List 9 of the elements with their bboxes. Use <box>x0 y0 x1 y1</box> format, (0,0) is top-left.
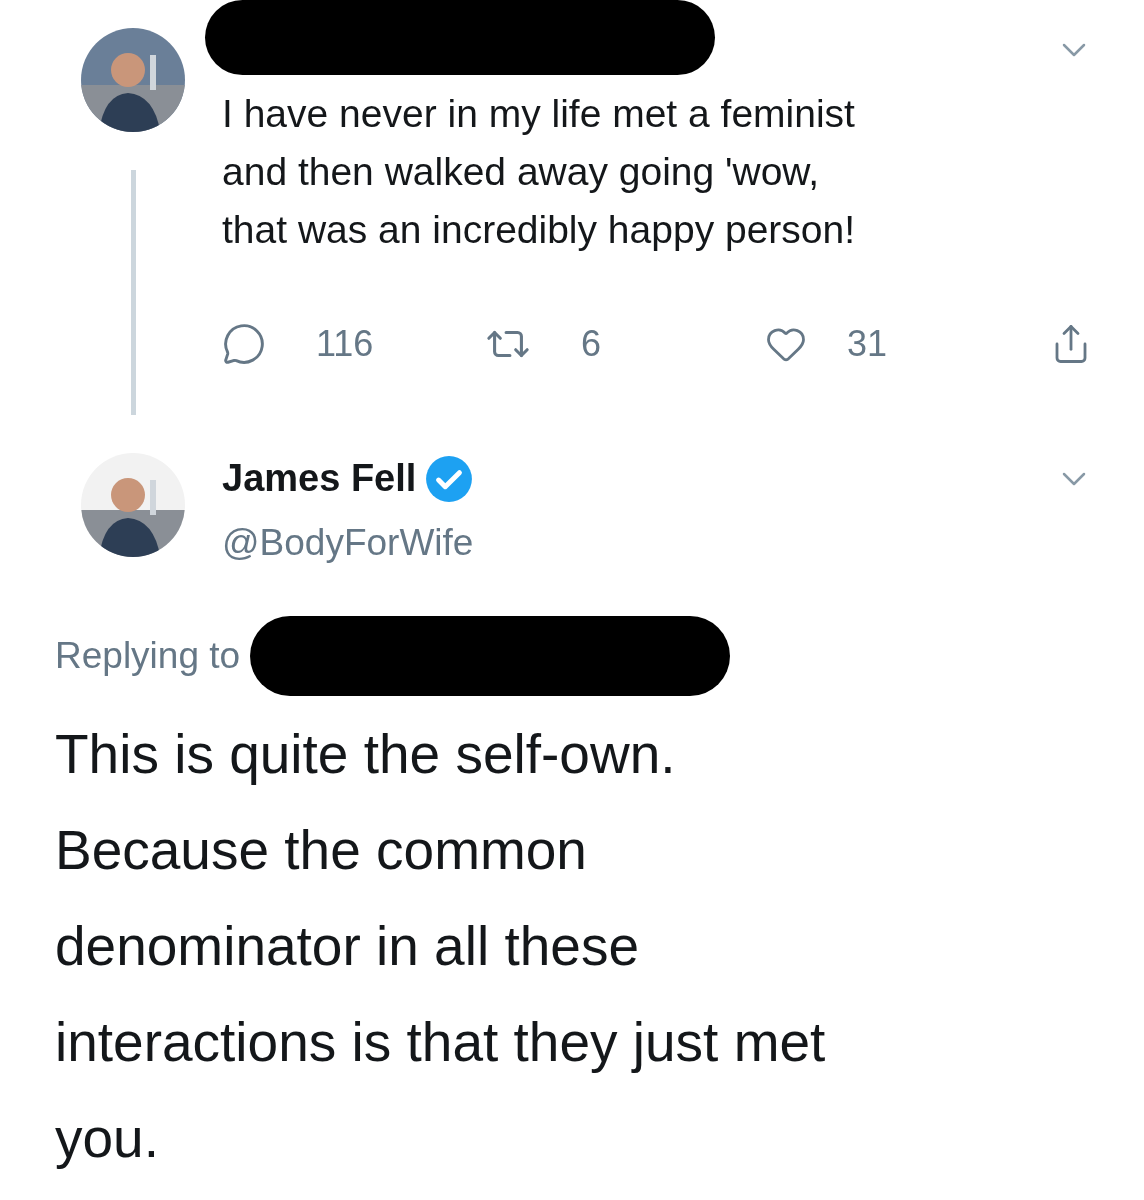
user-handle[interactable]: @BodyForWife <box>222 515 1094 571</box>
replying-to-label: Replying to <box>55 633 241 678</box>
reply-icon[interactable] <box>222 322 266 366</box>
retweet-count: 6 <box>581 322 602 366</box>
like-count: 31 <box>847 322 888 366</box>
reply-text: This is quite the self-own. Because the common denominator in all these interactions is that they just met you. <box>54 721 827 1171</box>
tweet-text: I have never in my life met a feminist and then walked away going 'wow, that was an incredibly happy person! <box>222 91 857 253</box>
user-name[interactable]: James Fell <box>222 450 417 507</box>
reply-count: 116 <box>316 322 374 366</box>
